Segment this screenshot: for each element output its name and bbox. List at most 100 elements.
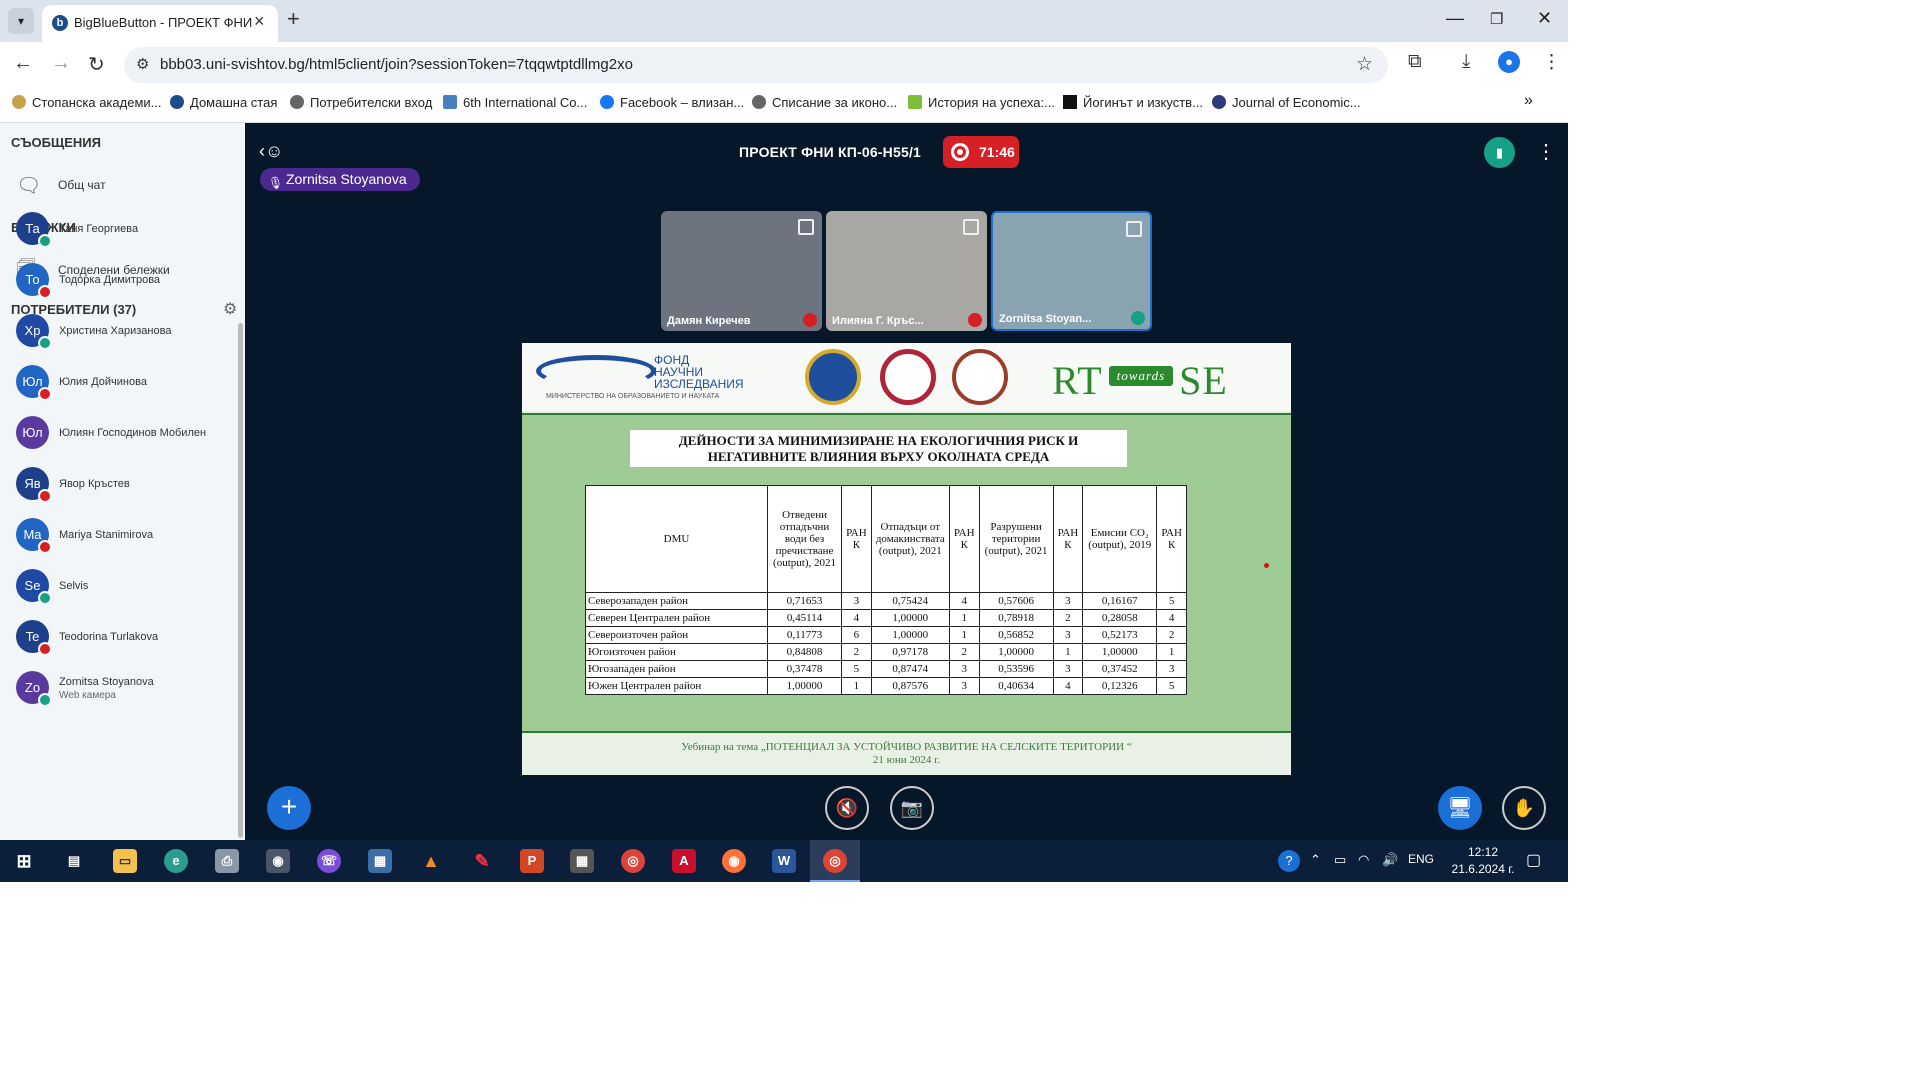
- webcam-tile[interactable]: Zornitsa Stoyan...: [991, 211, 1152, 331]
- notifications-icon[interactable]: ▢: [1526, 850, 1541, 870]
- talking-indicator[interactable]: 🎙 Zornitsa Stoyanova: [260, 168, 420, 191]
- actions-plus-button[interactable]: +: [267, 786, 311, 830]
- bookmark-star-icon[interactable]: ☆: [1356, 53, 1373, 76]
- bookmark-item[interactable]: История на успеха:...: [908, 95, 1055, 110]
- recording-indicator[interactable]: 71:46: [943, 136, 1019, 168]
- bbb-main-area: ‹☺ ПРОЕКТ ФНИ КП-06-Н55/1 71:46 ▮ ⋮ 🎙 Zor…: [245, 123, 1568, 840]
- powerpoint-icon[interactable]: P: [520, 849, 544, 873]
- url-text[interactable]: bbb03.uni-svishtov.bg/html5client/join?s…: [160, 56, 633, 73]
- presentation-slide[interactable]: ФОНД НАУЧНИ ИЗСЛЕДВАНИЯ МИНИСТЕРСТВО НА …: [522, 343, 1291, 775]
- wifi-icon[interactable]: ◠: [1358, 852, 1369, 868]
- more-bookmarks-icon[interactable]: »: [1524, 92, 1533, 110]
- bookmark-item[interactable]: Списание за иконо...: [752, 95, 897, 110]
- tab-close-icon[interactable]: ×: [254, 11, 265, 32]
- vlc-icon[interactable]: ▲: [419, 849, 443, 873]
- user-list-item[interactable]: Zo Zornitsa Stoyanova Web камера: [16, 671, 236, 711]
- value-cell: 0,28058: [1082, 609, 1158, 627]
- fullscreen-icon[interactable]: [963, 219, 979, 235]
- user-name-text: Таня Георгиева: [59, 223, 139, 235]
- value-cell: 0,40634: [978, 677, 1054, 695]
- input-language[interactable]: ENG: [1408, 852, 1434, 866]
- user-list-item[interactable]: То Тодорка Димитрова: [16, 263, 236, 303]
- connection-status-icon[interactable]: ▮: [1484, 137, 1515, 168]
- user-list-item[interactable]: Юл Юлиян Господинов Мобилен: [16, 416, 236, 456]
- browser-menu-icon[interactable]: ⋮: [1542, 51, 1561, 74]
- presenter-pointer: [1264, 563, 1269, 568]
- bookmark-item[interactable]: Домашна стая: [170, 95, 277, 110]
- help-icon[interactable]: ?: [1278, 850, 1300, 872]
- fullscreen-icon[interactable]: [798, 219, 814, 235]
- user-list-item[interactable]: Se Selvis: [16, 569, 236, 609]
- value-cell: 5: [841, 660, 872, 678]
- site-info-icon[interactable]: ⚙: [136, 55, 149, 73]
- minimize-button[interactable]: —: [1446, 8, 1464, 29]
- new-tab-button[interactable]: +: [287, 6, 300, 32]
- battery-icon[interactable]: ▭: [1334, 852, 1346, 868]
- webcam-off-button[interactable]: 📷: [890, 786, 934, 830]
- value-cell: 1: [1052, 643, 1084, 661]
- value-cell: 4: [948, 592, 980, 610]
- sidebar-scrollbar[interactable]: [238, 323, 243, 838]
- acrobat-icon[interactable]: A: [672, 849, 696, 873]
- download-icon[interactable]: ⤓: [1462, 51, 1470, 73]
- bookmark-item[interactable]: Йогинът и изкуств...: [1063, 95, 1203, 110]
- fullscreen-icon[interactable]: [1126, 221, 1142, 237]
- tool-app-icon[interactable]: ✎: [470, 849, 494, 873]
- avatar: Юл: [16, 416, 49, 449]
- chrome-icon[interactable]: ◎: [823, 849, 847, 873]
- forward-button[interactable]: →: [51, 52, 71, 75]
- webcam-user-name[interactable]: Zornitsa Stoyan...: [999, 313, 1091, 325]
- user-list-item[interactable]: Te Teodorina Turlakova: [16, 620, 236, 660]
- options-menu-icon[interactable]: ⋮: [1536, 139, 1556, 164]
- file-explorer-icon[interactable]: ▭: [113, 849, 137, 873]
- value-cell: 2: [948, 643, 980, 661]
- user-list-item[interactable]: Яв Явор Кръстев: [16, 467, 236, 507]
- bookmark-item[interactable]: Facebook – влизан...: [600, 95, 744, 110]
- printer-icon[interactable]: ⎙: [215, 849, 239, 873]
- edge-icon[interactable]: e: [164, 849, 188, 873]
- webcam-user-name[interactable]: Дамян Киречев: [667, 315, 751, 327]
- reload-button[interactable]: ↻: [88, 52, 105, 77]
- address-bar[interactable]: ⚙ bbb03.uni-svishtov.bg/html5client/join…: [124, 47, 1388, 83]
- webcam-tile[interactable]: Дамян Киречев: [661, 211, 822, 331]
- bookmark-item[interactable]: Journal of Economic...: [1212, 95, 1361, 110]
- close-window-button[interactable]: ✕: [1537, 8, 1552, 29]
- slide-body: ДЕЙНОСТИ ЗА МИНИМИЗИРАНЕ НА ЕКОЛОГИЧНИЯ …: [522, 413, 1291, 731]
- windows-start-icon[interactable]: ⊞: [12, 849, 36, 873]
- bookmark-item[interactable]: Стопанска академи...: [12, 95, 161, 110]
- table-header-cell: DMU: [585, 485, 768, 593]
- browser-tab[interactable]: b BigBlueButton - ПРОЕКТ ФНИ КП-06-Н55/1…: [42, 5, 278, 42]
- raise-hand-button[interactable]: ✋: [1502, 786, 1546, 830]
- system-clock[interactable]: 12:12 21.6.2024 г.: [1448, 844, 1518, 878]
- extensions-icon[interactable]: ⧉: [1408, 51, 1422, 73]
- camera-icon[interactable]: ◉: [266, 849, 290, 873]
- rt-towards-se-logo: RT towards SE: [1052, 358, 1228, 403]
- calculator-icon[interactable]: ▦: [570, 849, 594, 873]
- profile-avatar[interactable]: ●: [1498, 51, 1520, 73]
- unmute-audio-button[interactable]: 🔇: [825, 786, 869, 830]
- webcam-user-name[interactable]: Илияна Г. Кръс...: [832, 315, 924, 327]
- bookmark-item[interactable]: 6th International Co...: [443, 95, 587, 110]
- firefox-icon[interactable]: ◉: [722, 849, 746, 873]
- bookmark-item[interactable]: Потребителски вход: [290, 95, 432, 110]
- restore-button[interactable]: ❐: [1490, 10, 1503, 28]
- tray-chevron-icon[interactable]: ⌃: [1310, 852, 1321, 868]
- user-list-item[interactable]: Юл Юлия Дойчинова: [16, 365, 236, 405]
- tab-search-button[interactable]: ▾: [8, 8, 34, 34]
- chrome-icon[interactable]: ◎: [621, 849, 645, 873]
- viber-icon[interactable]: ☏: [317, 849, 341, 873]
- network-app-icon[interactable]: ▦: [368, 849, 392, 873]
- volume-icon[interactable]: 🔊: [1382, 852, 1398, 868]
- user-list-item[interactable]: Ma Mariya Stanimirova: [16, 518, 236, 558]
- headphones-icon: [38, 234, 52, 248]
- public-chat-item[interactable]: 🗨 Общ чат: [16, 173, 106, 198]
- user-list-item[interactable]: Хр Христина Харизанова: [16, 314, 236, 354]
- webcam-tile[interactable]: Илияна Г. Кръс...: [826, 211, 987, 331]
- user-list-item[interactable]: Та Таня Георгиева: [16, 212, 236, 252]
- value-cell: 0,37478: [766, 660, 843, 678]
- task-view-icon[interactable]: ▤: [62, 849, 86, 873]
- word-icon[interactable]: W: [772, 849, 796, 873]
- presentation-toggle-button[interactable]: 🖥: [1438, 786, 1482, 830]
- back-button[interactable]: ←: [13, 52, 33, 75]
- user-name-text: Явор Кръстев: [59, 478, 130, 490]
